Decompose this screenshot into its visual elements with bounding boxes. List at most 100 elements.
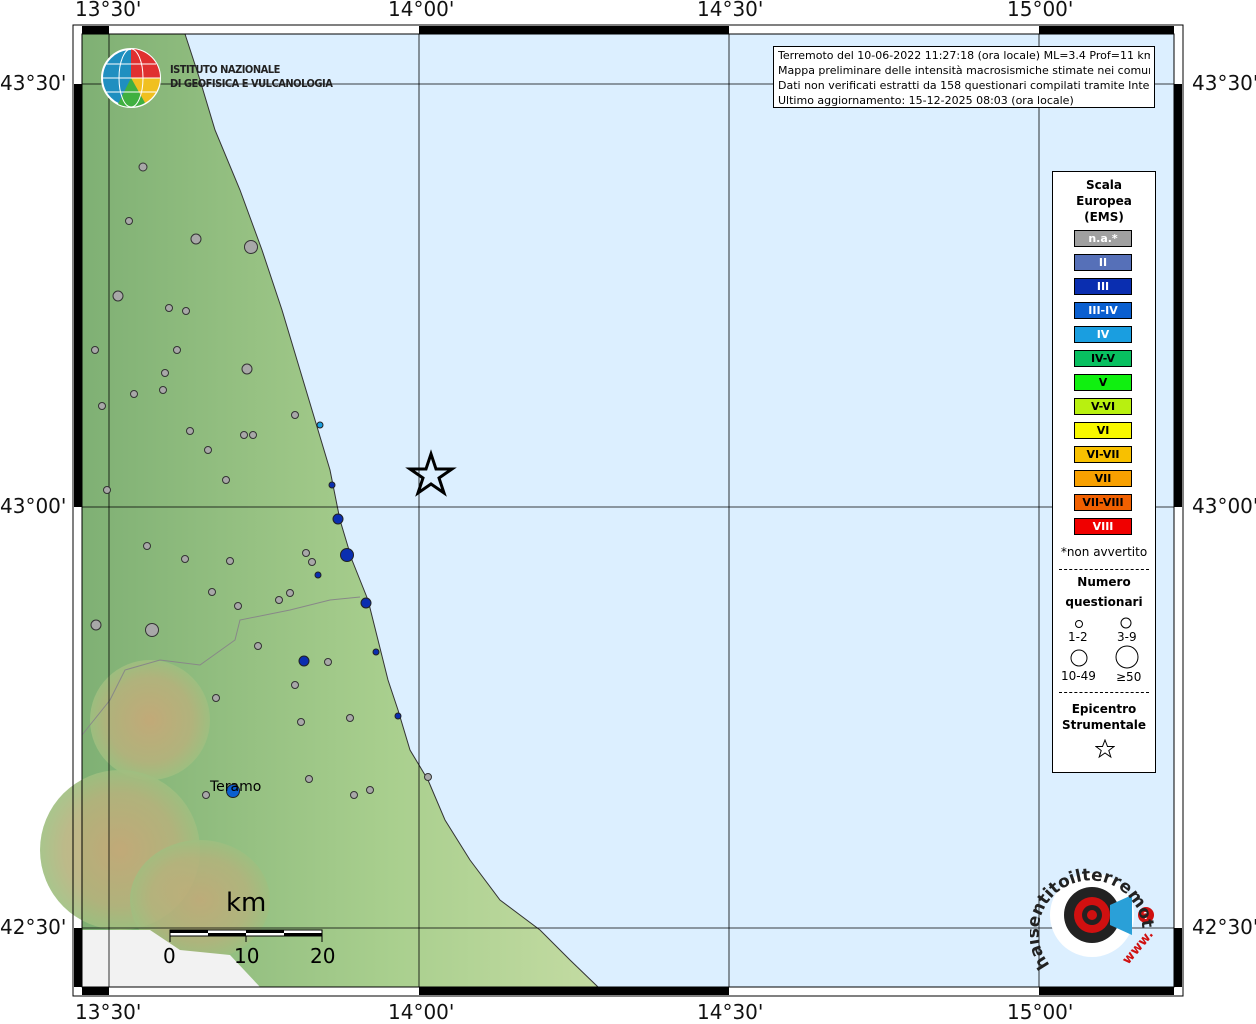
legend-swatch: VII-VIII [1074,494,1132,511]
legend-title-line: Scala [1085,178,1123,192]
point-na [234,602,242,610]
point-iii [340,548,354,562]
info-line: Terremoto del 10-06-2022 11:27:18 (ora l… [778,49,1150,62]
point-na [249,431,257,439]
point-na [308,558,316,566]
size-label: 10-49 [1061,669,1096,683]
point-na [91,346,99,354]
lon-label-bottom: 14°00' [388,1000,455,1024]
point-na [244,240,258,254]
point-na [186,427,194,435]
point-na [165,304,173,312]
point-iii [394,712,402,720]
legend-swatch: VI [1074,422,1132,439]
count-title: Numero questionari [1053,574,1155,610]
legend-title-line: (EMS) [1084,210,1124,224]
point-na [202,791,210,799]
point-na [181,555,189,563]
point-na [112,290,124,302]
ingv-globe-icon [101,48,161,108]
point-na [324,658,332,666]
lon-label-top: 15°00' [1007,0,1074,21]
point-na [241,363,253,375]
legend-title: Scala Europea (EMS) [1053,177,1155,225]
scale-unit: km [226,888,267,918]
point-iii [314,571,322,579]
point-na [240,431,248,439]
lat-label-left: 43°30' [0,71,67,95]
point-na [350,791,358,799]
scale-tick: 20 [310,944,336,968]
point-na [173,346,181,354]
point-na [125,217,133,225]
epicenter-legend-icon [1095,739,1115,759]
legend-swatch: VI-VII [1074,446,1132,463]
point-iii [328,481,336,489]
point-na [212,694,220,702]
lon-label-bottom: 13°30' [75,1000,142,1024]
point-na [208,588,216,596]
scale-tick: 10 [234,944,260,968]
point-na [346,714,354,722]
ingv-line1: ISTITUTO NAZIONALE [170,63,280,76]
point-na [226,557,234,565]
ingv-logo-text: ISTITUTO NAZIONALE DI GEOFISICA E VULCAN… [170,63,333,91]
legend-swatch: n.a.* [1074,230,1132,247]
point-na [161,369,169,377]
lon-label-bottom: 14°30' [697,1000,764,1024]
point-na [302,549,310,557]
legend-swatch: VII [1074,470,1132,487]
legend: Scala Europea (EMS) n.a.* II III III-IV IV IV… [1052,171,1156,773]
point-na [366,786,374,794]
epi-title: Epicentro Strumentale [1053,701,1155,733]
hsit-www: www. [1120,927,1157,967]
size-label: 3-9 [1117,630,1137,644]
legend-swatch: III-IV [1074,302,1132,319]
point-na [182,307,190,315]
lon-label-top: 13°30' [75,0,142,21]
legend-swatch: IV [1074,326,1132,343]
point-na [297,718,305,726]
point-na [130,390,138,398]
point-iv [316,421,324,429]
lon-label-top: 14°00' [388,0,455,21]
point-na [286,589,294,597]
lat-label-right: 43°00' [1192,494,1256,518]
point-na [424,773,432,781]
point-na [138,162,148,172]
point-na [291,681,299,689]
lat-label-right: 42°30' [1192,915,1256,939]
info-line: Dati non verificati estratti da 158 ques… [778,79,1150,92]
point-na [190,233,202,245]
point-na [254,642,262,650]
point-iii [360,597,372,609]
ingv-line2: DI GEOFISICA E VULCANOLOGIA [170,77,333,90]
point-iii [298,655,310,667]
count-title-line: Numero [1077,575,1131,589]
epi-title-line: Strumentale [1061,718,1147,732]
city-label: Teramo [210,779,262,795]
legend-note: *non avvertito [1060,545,1148,559]
hsit-logo-text: haisentitoilterremoto.it www. [1030,855,1157,973]
size-label: ≥50 [1116,670,1142,684]
legend-swatch: IV-V [1074,350,1132,367]
legend-swatch: III [1074,278,1132,295]
info-line: Mappa preliminare delle intensità macros… [778,64,1150,77]
point-iii [372,648,380,656]
legend-swatch: V [1074,374,1132,391]
point-na [222,476,230,484]
point-na [305,775,313,783]
lon-label-bottom: 15°00' [1007,1000,1074,1024]
legend-title-line: Europea [1076,194,1132,208]
point-na [275,596,283,604]
legend-swatch: II [1074,254,1132,271]
lat-label-left: 42°30' [0,915,67,939]
size-label: 1-2 [1068,630,1088,644]
point-iii [332,513,344,525]
event-info-box: Terremoto del 10-06-2022 11:27:18 (ora l… [773,46,1155,108]
legend-divider [1059,692,1149,693]
point-na [103,486,111,494]
info-line: Ultimo aggiornamento: 15-12-2025 08:03 (… [778,94,1074,107]
lon-label-top: 14°30' [697,0,764,21]
lat-label-right: 43°30' [1192,71,1256,95]
